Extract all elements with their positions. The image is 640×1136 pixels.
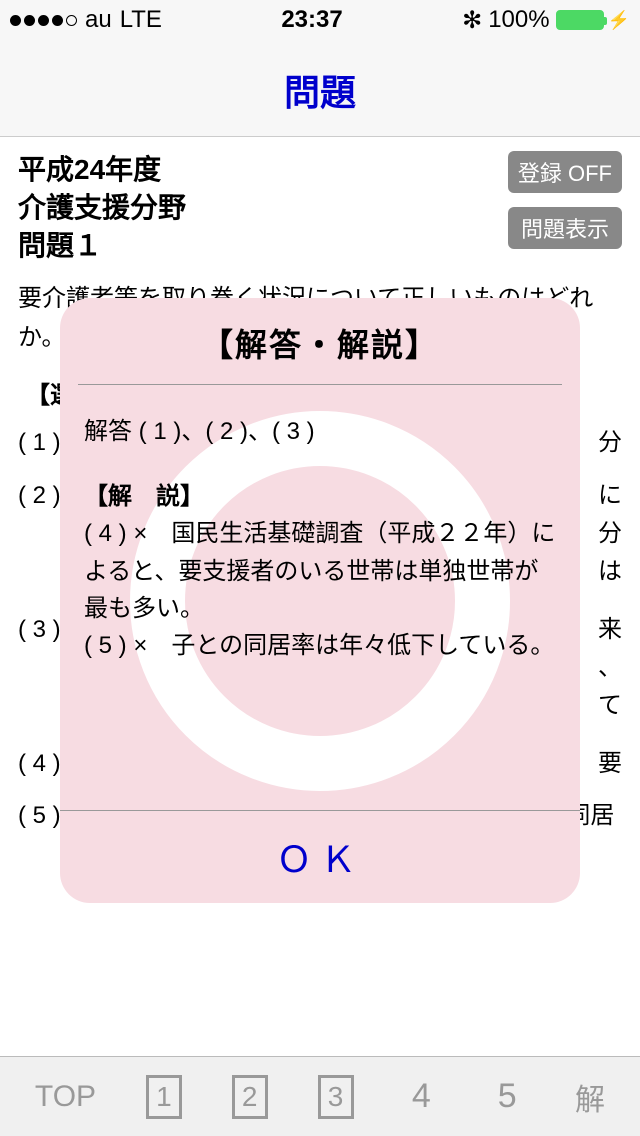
tab-2[interactable]: 2 xyxy=(232,1075,268,1119)
tab-4[interactable]: 4 xyxy=(403,1075,439,1119)
tab-5[interactable]: 5 xyxy=(489,1075,525,1119)
explain-header: 【解 説】 xyxy=(84,478,556,515)
explain-5: ( 5 ) × 子との同居率は年々低下している。 xyxy=(84,627,556,664)
tab-answer[interactable]: 解 xyxy=(575,1075,605,1119)
tab-1[interactable]: 1 xyxy=(146,1075,182,1119)
ok-button[interactable]: ＯＫ xyxy=(276,831,364,883)
tab-top[interactable]: TOP xyxy=(35,1080,96,1114)
modal-body: 解答 ( 1 )、( 2 )、( 3 ) 【解 説】 ( 4 ) × 国民生活基… xyxy=(78,385,562,664)
bottom-tab-bar: TOP 1 2 3 4 5 解 xyxy=(0,1056,640,1136)
modal-title: 【解答・解説】 xyxy=(78,320,562,385)
answer-modal: 【解答・解説】 解答 ( 1 )、( 2 )、( 3 ) 【解 説】 ( 4 )… xyxy=(60,298,580,903)
explain-4: ( 4 ) × 国民生活基礎調査（平成２２年）によると、要支援者のいる世帯は単独… xyxy=(84,515,556,627)
tab-3[interactable]: 3 xyxy=(318,1075,354,1119)
answer-line: 解答 ( 1 )、( 2 )、( 3 ) xyxy=(84,413,556,450)
modal-footer: ＯＫ xyxy=(60,810,580,903)
modal-overlay: 【解答・解説】 解答 ( 1 )、( 2 )、( 3 ) 【解 説】 ( 4 )… xyxy=(0,0,640,1136)
